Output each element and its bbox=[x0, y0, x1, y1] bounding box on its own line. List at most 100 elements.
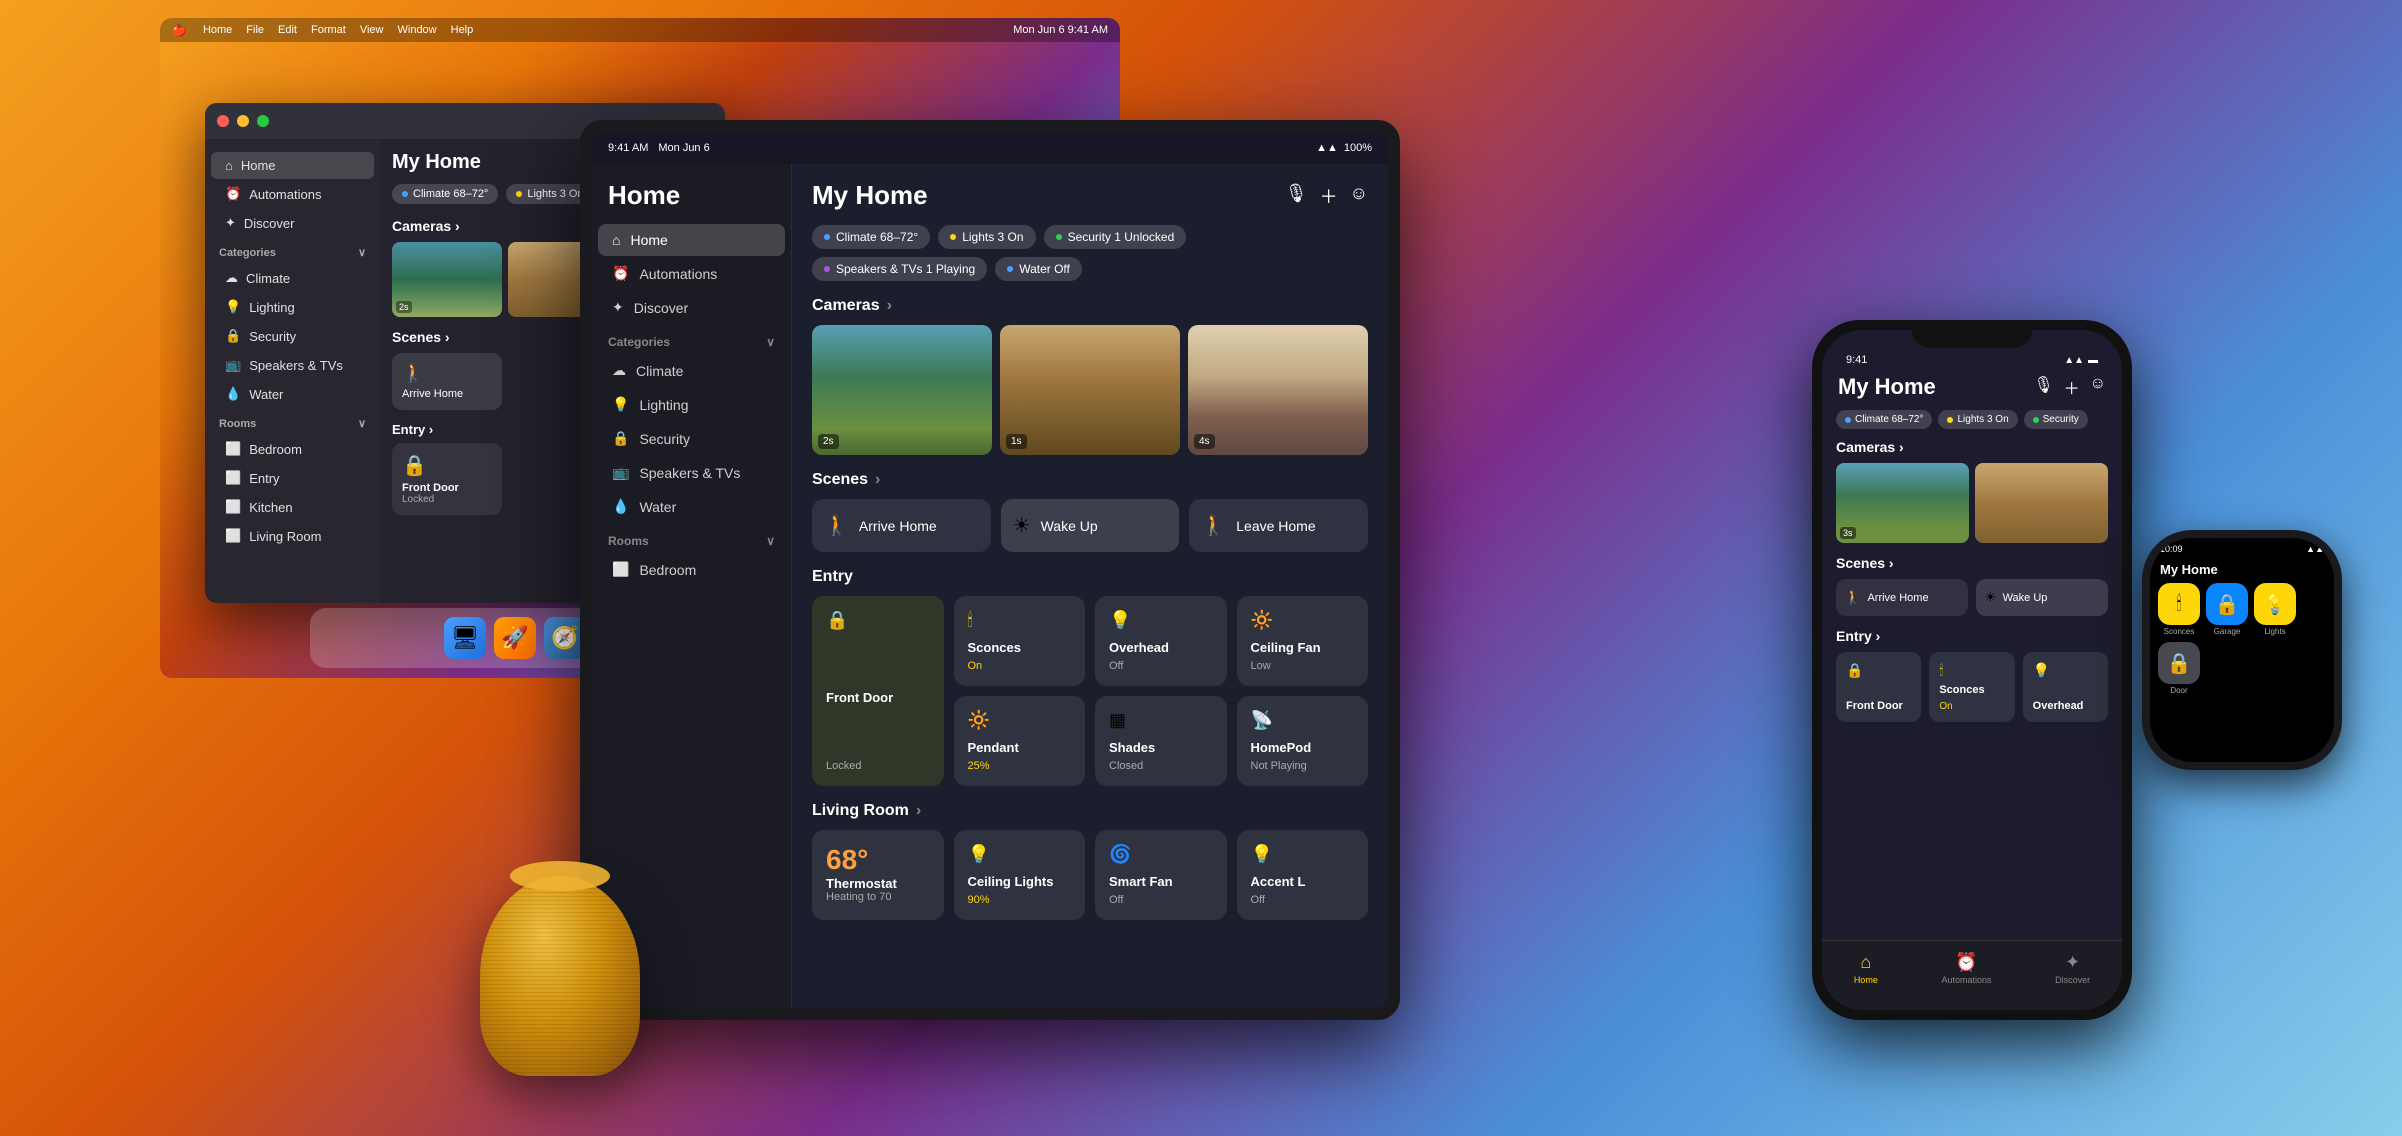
ipad-nav-discover[interactable]: ✦ Discover bbox=[598, 291, 785, 324]
sidebar-item-entry[interactable]: ⬜ Entry bbox=[211, 464, 374, 492]
iphone-cam-pool[interactable]: 3s bbox=[1836, 463, 1969, 543]
menu-help[interactable]: Help bbox=[451, 24, 474, 36]
iphone-front-door-card[interactable]: 🔒 Front Door bbox=[1836, 652, 1921, 722]
sidebar-item-security[interactable]: 🔒 Security bbox=[211, 322, 374, 350]
sidebar-item-lighting[interactable]: 💡 Lighting bbox=[211, 293, 374, 321]
iphone-sconces-card[interactable]: 🕯 Sconces On bbox=[1929, 652, 2014, 722]
sidebar-item-kitchen[interactable]: ⬜ Kitchen bbox=[211, 493, 374, 521]
menu-format[interactable]: Format bbox=[311, 24, 346, 36]
sidebar-item-water[interactable]: 💧 Water bbox=[211, 380, 374, 408]
ipad-nav-lighting[interactable]: 💡 Lighting bbox=[598, 388, 785, 421]
apple-menu[interactable]: 🍎 bbox=[172, 23, 187, 37]
ipad-bedroom-label: Bedroom bbox=[639, 562, 696, 578]
climate-pill[interactable]: Climate 68–72° bbox=[392, 184, 498, 204]
ipad-add-icon[interactable]: ＋ bbox=[1320, 183, 1338, 209]
ipad-scenes-label[interactable]: Scenes bbox=[812, 471, 1368, 489]
ipad-ceiling-lights-card[interactable]: 💡 Ceiling Lights 90% bbox=[954, 830, 1086, 920]
maximize-button[interactable] bbox=[257, 115, 269, 127]
ipad-security-pill-label: Security 1 Unlocked bbox=[1068, 230, 1175, 244]
front-door-card[interactable]: 🔒 Front Door Locked bbox=[392, 443, 502, 515]
ipad-front-door-card[interactable]: 🔒 Front Door Locked bbox=[812, 596, 944, 786]
ipad-cameras-label[interactable]: Cameras bbox=[812, 297, 1368, 315]
ipad-smart-fan-card[interactable]: 🌀 Smart Fan Off bbox=[1095, 830, 1227, 920]
ipad-scene-wake-up[interactable]: ☀ Wake Up bbox=[1001, 499, 1180, 552]
iphone-climate-pill[interactable]: Climate 68–72° bbox=[1836, 410, 1932, 429]
ipad-nav-speakers[interactable]: 📺 Speakers & TVs bbox=[598, 456, 785, 489]
scene-arrive-home[interactable]: 🚶 Arrive Home bbox=[392, 353, 502, 410]
sidebar-item-speakers[interactable]: 📺 Speakers & TVs bbox=[211, 351, 374, 379]
ipad-face-icon[interactable]: ☺ bbox=[1350, 183, 1368, 209]
ipad-accent-card[interactable]: 💡 Accent L Off bbox=[1237, 830, 1369, 920]
iphone-climate-dot bbox=[1845, 417, 1851, 423]
sidebar-item-automations[interactable]: ⏰ Automations bbox=[211, 180, 374, 208]
ipad-overhead-card[interactable]: 💡 Overhead Off bbox=[1095, 596, 1227, 686]
sidebar-item-home[interactable]: ⌂ Home bbox=[211, 152, 374, 179]
close-button[interactable] bbox=[217, 115, 229, 127]
iphone-overhead-card[interactable]: 💡 Overhead bbox=[2023, 652, 2108, 722]
iphone-lights-pill[interactable]: Lights 3 On bbox=[1938, 410, 2017, 429]
iphone-cameras-label[interactable]: Cameras › bbox=[1836, 439, 2108, 455]
ipad-nav-security[interactable]: 🔒 Security bbox=[598, 422, 785, 455]
ipad-pendant-card[interactable]: 🔆 Pendant 25% bbox=[954, 696, 1086, 786]
menu-home[interactable]: Home bbox=[203, 24, 232, 36]
ipad-device: 9:41 AM Mon Jun 6 ▲▲ 100% Home ⌂ Home ⏰ … bbox=[580, 120, 1400, 1020]
ipad-nav-automations[interactable]: ⏰ Automations bbox=[598, 257, 785, 290]
ipad-home-icon: ⌂ bbox=[612, 232, 620, 248]
iphone-cam-pool-badge: 3s bbox=[1840, 527, 1856, 539]
watch-sconces-app[interactable]: 🕯 bbox=[2158, 583, 2200, 625]
camera-pool[interactable]: 2s bbox=[392, 242, 502, 317]
iphone-add-icon[interactable]: ＋ bbox=[2064, 375, 2080, 399]
ipad-entry-label[interactable]: Entry bbox=[812, 568, 1368, 586]
ipad-homepod-card[interactable]: 📡 HomePod Not Playing bbox=[1237, 696, 1369, 786]
iphone-arrive-home-label: Arrive Home bbox=[1867, 592, 1928, 604]
ipad-nav-bedroom[interactable]: ⬜ Bedroom bbox=[598, 553, 785, 586]
iphone-entry-label[interactable]: Entry › bbox=[1836, 628, 2108, 644]
iphone-tab-automations[interactable]: ⏰ Automations bbox=[1941, 952, 1991, 985]
menu-file[interactable]: File bbox=[246, 24, 264, 36]
ipad-climate-pill[interactable]: Climate 68–72° bbox=[812, 225, 930, 249]
watch-lights-app[interactable]: 💡 bbox=[2254, 583, 2296, 625]
ipad-thermostat-card[interactable]: 68° Thermostat Heating to 70 bbox=[812, 830, 944, 920]
ipad-nav-home[interactable]: ⌂ Home bbox=[598, 224, 785, 256]
iphone-face-icon[interactable]: ☺ bbox=[2090, 375, 2106, 399]
dock-launchpad[interactable]: 🚀 bbox=[494, 617, 536, 659]
sidebar-item-discover[interactable]: ✦ Discover bbox=[211, 209, 374, 237]
ipad-lights-pill[interactable]: Lights 3 On bbox=[938, 225, 1035, 249]
watch-sconces-label: Sconces bbox=[2158, 627, 2200, 636]
iphone-security-pill[interactable]: Security bbox=[2024, 410, 2088, 429]
iphone-scenes-label[interactable]: Scenes › bbox=[1836, 555, 2108, 571]
iphone-tab-home[interactable]: ⌂ Home bbox=[1854, 952, 1878, 985]
ipad-scene-arrive-home[interactable]: 🚶 Arrive Home bbox=[812, 499, 991, 552]
ipad-scene-leave-home[interactable]: 🚶 Leave Home bbox=[1189, 499, 1368, 552]
dock-finder[interactable]: 🖥 bbox=[444, 617, 486, 659]
ipad-living-label[interactable]: Living Room bbox=[812, 802, 1368, 820]
arrive-home-label: Arrive Home bbox=[402, 388, 492, 400]
ipad-nav-climate[interactable]: ☁ Climate bbox=[598, 354, 785, 387]
ipad-mic-icon[interactable]: 🎙 bbox=[1285, 183, 1308, 209]
iphone-scene-arrive-home[interactable]: 🚶 Arrive Home bbox=[1836, 579, 1968, 616]
ipad-shades-card[interactable]: ▦ Shades Closed bbox=[1095, 696, 1227, 786]
menu-view[interactable]: View bbox=[360, 24, 384, 36]
ipad-speakers-pill[interactable]: Speakers & TVs 1 Playing bbox=[812, 257, 987, 281]
ipad-ceiling-fan-card[interactable]: 🔆 Ceiling Fan Low bbox=[1237, 596, 1369, 686]
sidebar-item-bedroom[interactable]: ⬜ Bedroom bbox=[211, 435, 374, 463]
iphone-scene-wake-up[interactable]: ☀ Wake Up bbox=[1976, 579, 2108, 616]
ipad-camera-indoor[interactable]: 4s bbox=[1188, 325, 1368, 455]
ipad-sconces-card[interactable]: 🕯 Sconces On bbox=[954, 596, 1086, 686]
ipad-security-pill[interactable]: Security 1 Unlocked bbox=[1044, 225, 1187, 249]
ipad-camera-outdoor[interactable]: 1s bbox=[1000, 325, 1180, 455]
homepod-status: Not Playing bbox=[1251, 760, 1355, 772]
iphone-mic-icon[interactable]: 🎙 bbox=[2033, 375, 2053, 399]
minimize-button[interactable] bbox=[237, 115, 249, 127]
watch-garage-app[interactable]: 🔒 bbox=[2206, 583, 2248, 625]
ipad-camera-pool[interactable]: 2s bbox=[812, 325, 992, 455]
sidebar-item-living-room[interactable]: ⬜ Living Room bbox=[211, 522, 374, 550]
iphone-tab-discover[interactable]: ✦ Discover bbox=[2055, 952, 2090, 985]
sidebar-item-climate[interactable]: ☁ Climate bbox=[211, 264, 374, 292]
menu-window[interactable]: Window bbox=[398, 24, 437, 36]
ipad-water-pill[interactable]: Water Off bbox=[995, 257, 1082, 281]
menu-edit[interactable]: Edit bbox=[278, 24, 297, 36]
ipad-nav-water[interactable]: 💧 Water bbox=[598, 490, 785, 523]
watch-door-app[interactable]: 🔒 bbox=[2158, 642, 2200, 684]
iphone-cam-indoor[interactable] bbox=[1975, 463, 2108, 543]
